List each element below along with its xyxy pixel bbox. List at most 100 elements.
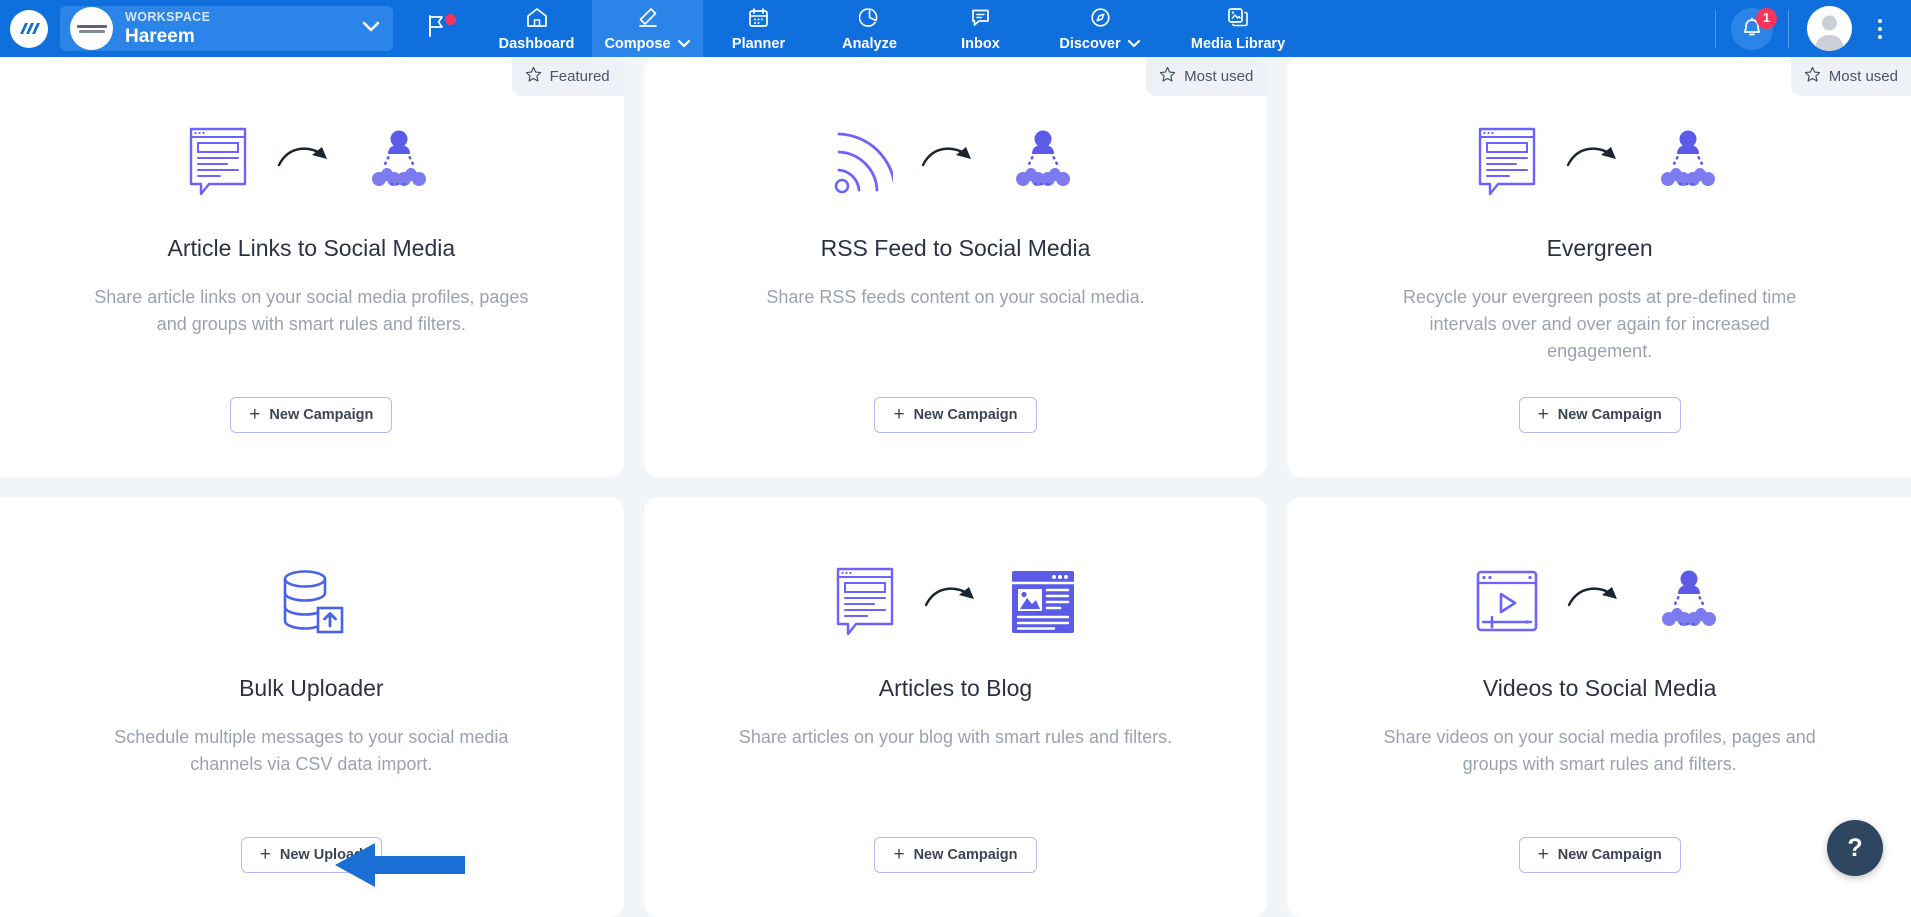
nav-label-compose: Compose	[604, 36, 670, 52]
card-article-links-to-social-media[interactable]: Featured	[0, 57, 624, 477]
card-articles-to-blog[interactable]: Articles to Blog Share articles on your …	[644, 497, 1268, 917]
card-evergreen[interactable]: Most used	[1287, 57, 1911, 477]
nav-label-dashboard: Dashboard	[499, 36, 575, 52]
new-campaign-button[interactable]: + New Campaign	[1519, 837, 1681, 873]
nav-label-planner: Planner	[732, 36, 785, 52]
card-title: Bulk Uploader	[239, 675, 383, 702]
nav-right-actions: 1	[1711, 0, 1911, 57]
pencil-icon	[637, 7, 659, 33]
whats-new-flag-button[interactable]	[393, 0, 481, 57]
card-illustration	[1475, 563, 1725, 645]
main-nav-items: Dashboard Compose	[481, 0, 1711, 57]
image-stack-icon	[1227, 7, 1249, 33]
new-campaign-label: New Campaign	[269, 407, 373, 423]
article-document-icon	[187, 126, 249, 203]
card-description: Share articles on your blog with smart r…	[723, 724, 1188, 751]
card-title: Article Links to Social Media	[168, 235, 456, 262]
nav-item-discover[interactable]: Discover	[1036, 0, 1164, 57]
user-avatar-icon	[1807, 6, 1852, 51]
card-rss-feed-to-social-media[interactable]: Most used	[644, 57, 1268, 477]
database-upload-icon	[275, 566, 347, 643]
article-document-icon	[834, 566, 896, 643]
card-badge-label: Most used	[1829, 68, 1898, 85]
new-campaign-button[interactable]: + New Campaign	[1519, 397, 1681, 433]
card-badge-most-used[interactable]: Most used	[1791, 57, 1911, 96]
notification-dot	[445, 14, 456, 25]
nav-item-analyze[interactable]: Analyze	[814, 0, 925, 57]
workspace-avatar	[70, 7, 113, 50]
curved-arrow-icon	[922, 581, 984, 628]
card-badge-label: Featured	[550, 68, 610, 85]
plus-icon: +	[1538, 845, 1549, 864]
card-badge-label: Most used	[1184, 68, 1253, 85]
curved-arrow-icon	[275, 141, 337, 188]
card-badge-featured[interactable]: Featured	[512, 57, 624, 96]
new-campaign-button[interactable]: + New Campaign	[230, 397, 392, 433]
new-campaign-button[interactable]: + New Campaign	[874, 397, 1036, 433]
plus-icon: +	[260, 845, 271, 864]
home-icon	[526, 7, 548, 33]
curved-arrow-icon	[919, 141, 981, 188]
card-title: RSS Feed to Social Media	[821, 235, 1091, 262]
compass-icon	[1090, 7, 1111, 33]
new-campaign-button[interactable]: + New Campaign	[874, 837, 1036, 873]
card-videos-to-social-media[interactable]: Videos to Social Media Share videos on y…	[1287, 497, 1911, 917]
new-campaign-label: New Campaign	[1558, 407, 1662, 423]
new-campaign-label: New Campaign	[1558, 847, 1662, 863]
new-campaign-label: New Campaign	[914, 847, 1018, 863]
new-upload-button[interactable]: + New Upload	[241, 837, 382, 873]
card-description: Share article links on your social media…	[76, 284, 546, 338]
card-title: Videos to Social Media	[1483, 675, 1717, 702]
workspace-label: WORKSPACE	[125, 10, 355, 25]
nav-label-media-library: Media Library	[1191, 36, 1285, 52]
plus-icon: +	[893, 405, 904, 424]
card-bulk-uploader[interactable]: Bulk Uploader Schedule multiple messages…	[0, 497, 624, 917]
chevron-down-icon	[1127, 36, 1141, 52]
social-network-icon	[1652, 126, 1724, 203]
social-network-icon	[1007, 126, 1079, 203]
card-description: Schedule multiple messages to your socia…	[76, 724, 546, 778]
question-mark-icon: ?	[1847, 834, 1862, 863]
new-upload-label: New Upload	[280, 847, 363, 863]
help-button[interactable]: ?	[1827, 820, 1883, 876]
plus-icon: +	[1538, 405, 1549, 424]
card-description: Share RSS feeds content on your social m…	[750, 284, 1160, 311]
blog-page-icon	[1010, 569, 1076, 640]
article-document-icon	[1476, 126, 1538, 203]
contentstudio-logo-icon	[10, 10, 48, 48]
nav-item-dashboard[interactable]: Dashboard	[481, 0, 592, 57]
nav-divider-left	[1715, 10, 1716, 48]
nav-item-planner[interactable]: Planner	[703, 0, 814, 57]
card-illustration	[275, 563, 347, 645]
nav-item-inbox[interactable]: Inbox	[925, 0, 1036, 57]
curved-arrow-icon	[1565, 581, 1627, 628]
pie-chart-icon	[859, 7, 880, 33]
kebab-menu-icon[interactable]	[1865, 19, 1895, 39]
star-outline-icon	[525, 66, 542, 87]
video-player-icon	[1475, 566, 1539, 643]
rss-feed-icon	[831, 126, 893, 203]
chevron-down-icon	[677, 36, 691, 52]
nav-item-media-library[interactable]: Media Library	[1164, 0, 1312, 57]
social-network-icon	[363, 126, 435, 203]
campaign-type-grid: Featured	[0, 57, 1911, 917]
star-outline-icon	[1159, 66, 1176, 87]
nav-label-inbox: Inbox	[961, 36, 1000, 52]
social-network-icon	[1653, 566, 1725, 643]
workspace-switcher[interactable]: WORKSPACE Hareem	[60, 6, 393, 51]
nav-item-compose[interactable]: Compose	[592, 0, 703, 57]
card-title: Articles to Blog	[879, 675, 1032, 702]
chevron-down-icon	[361, 20, 381, 38]
notification-count-badge: 1	[1756, 8, 1777, 29]
nav-divider-right	[1788, 10, 1789, 48]
card-illustration	[831, 123, 1079, 205]
card-illustration	[834, 563, 1076, 645]
new-campaign-label: New Campaign	[914, 407, 1018, 423]
card-illustration	[1476, 123, 1724, 205]
star-outline-icon	[1804, 66, 1821, 87]
app-logo[interactable]	[0, 0, 58, 57]
card-badge-most-used[interactable]: Most used	[1146, 57, 1267, 96]
notifications-button[interactable]: 1	[1720, 8, 1784, 50]
profile-button[interactable]	[1793, 6, 1865, 51]
chat-bubble-icon	[970, 7, 991, 33]
